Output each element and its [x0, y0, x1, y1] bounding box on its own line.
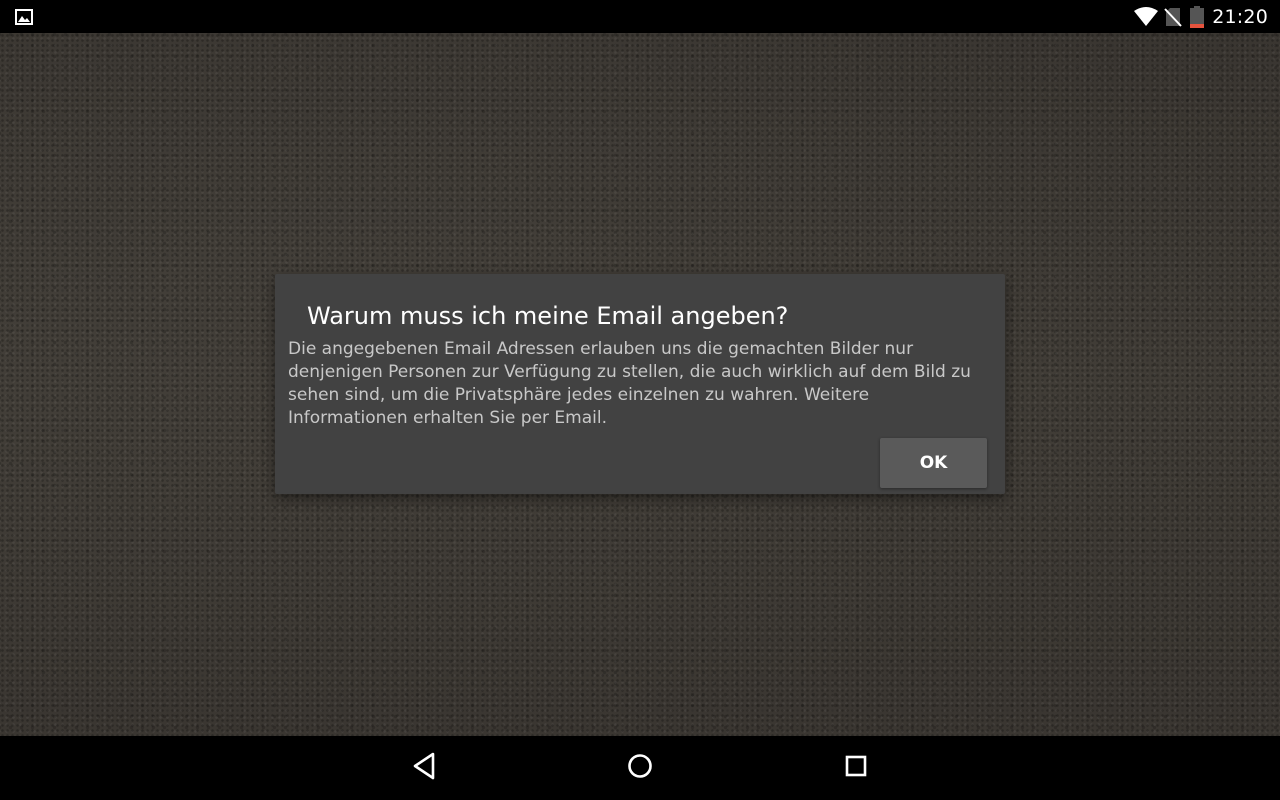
ok-button[interactable]: OK — [880, 438, 987, 488]
home-button[interactable] — [622, 750, 658, 786]
home-icon — [626, 752, 654, 784]
dialog-title: Warum muss ich meine Email angeben? — [307, 302, 789, 330]
status-time: 21:20 — [1212, 5, 1268, 28]
back-icon — [411, 752, 437, 784]
battery-low-icon — [1190, 5, 1205, 28]
back-button[interactable] — [406, 750, 442, 786]
screen: 21:20 Warum muss ich meine Email angeben… — [0, 0, 1280, 800]
info-dialog: Warum muss ich meine Email angeben? Die … — [275, 274, 1005, 494]
dialog-message: Die angegebenen Email Adressen erlauben … — [288, 339, 971, 428]
status-bar: 21:20 — [0, 0, 1280, 33]
status-icons: 21:20 — [1134, 0, 1280, 33]
navigation-bar — [0, 736, 1280, 800]
recents-icon — [844, 754, 868, 782]
no-sim-icon — [1164, 7, 1182, 27]
image-notification-icon — [15, 9, 33, 25]
wifi-icon — [1134, 6, 1159, 27]
recents-button[interactable] — [838, 750, 874, 786]
